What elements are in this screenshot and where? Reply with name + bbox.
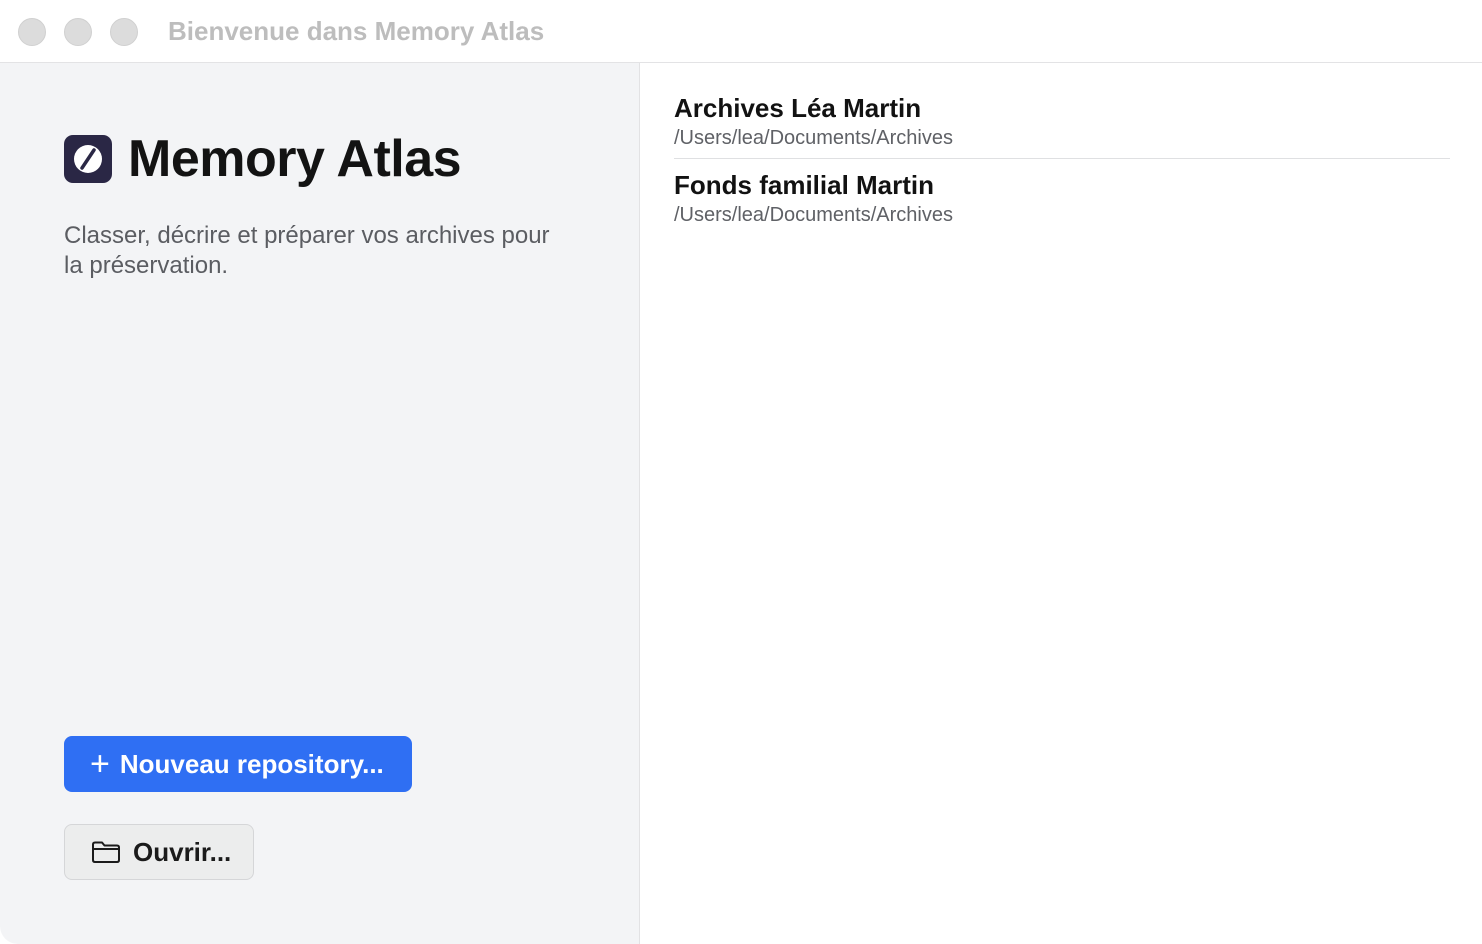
welcome-window: Bienvenue dans Memory Atlas Memory Atlas… — [0, 0, 1482, 944]
new-repository-button[interactable]: + Nouveau repository... — [64, 736, 412, 792]
open-button[interactable]: Ouvrir... — [64, 824, 254, 880]
recent-item-path: /Users/lea/Documents/Archives — [674, 204, 953, 226]
recent-item-name: Fonds familial Martin — [674, 170, 935, 200]
window-title: Bienvenue dans Memory Atlas — [168, 16, 545, 46]
recent-repositories-list: Archives Léa Martin /Users/lea/Documents… — [674, 92, 1450, 235]
zoom-window-button[interactable] — [110, 18, 138, 46]
app-header: Memory Atlas — [64, 129, 462, 189]
recent-item-name: Archives Léa Martin — [674, 93, 922, 123]
recent-item-path: /Users/lea/Documents/Archives — [674, 127, 953, 149]
slash-circle-icon — [74, 145, 102, 173]
app-tagline: Classer, décrire et préparer vos archive… — [64, 222, 550, 279]
app-logo-icon — [64, 135, 112, 183]
close-window-button[interactable] — [18, 18, 46, 46]
folder-icon — [92, 841, 120, 863]
open-label: Ouvrir... — [133, 836, 232, 867]
welcome-sidebar: Memory Atlas Classer, décrire et prépare… — [0, 63, 640, 944]
plus-icon: + — [90, 745, 110, 783]
app-name: Memory Atlas — [128, 130, 462, 188]
new-repository-label: Nouveau repository... — [119, 748, 384, 779]
minimize-window-button[interactable] — [64, 18, 92, 46]
recent-item[interactable]: Fonds familial Martin /Users/lea/Documen… — [674, 158, 1450, 235]
title-bar: Bienvenue dans Memory Atlas — [0, 0, 1482, 63]
recent-item[interactable]: Archives Léa Martin /Users/lea/Documents… — [674, 92, 1450, 158]
